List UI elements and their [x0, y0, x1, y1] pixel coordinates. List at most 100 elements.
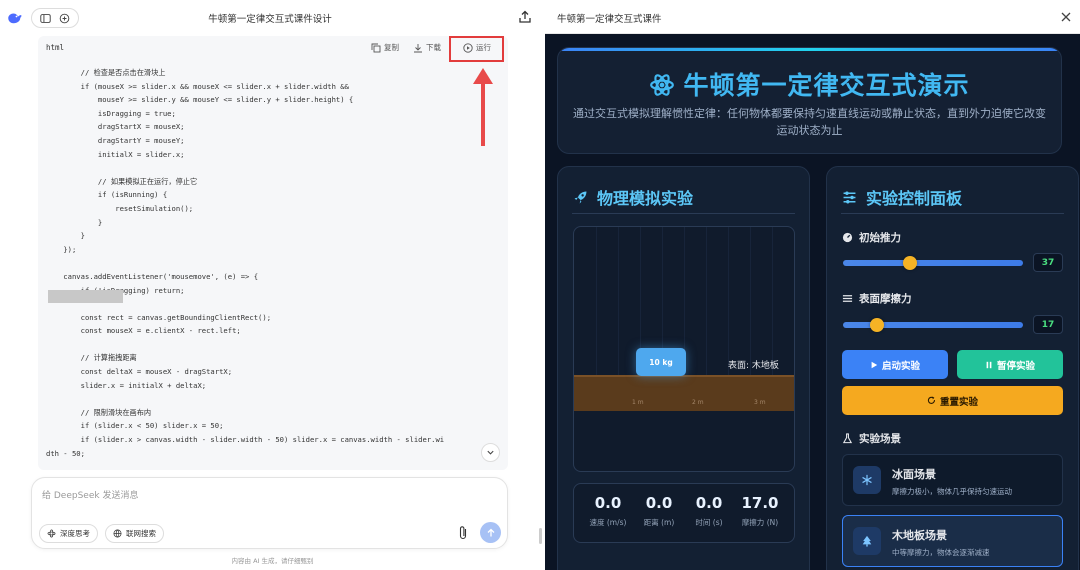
start-button[interactable]: 启动实验	[842, 350, 948, 379]
globe-icon	[113, 529, 122, 538]
deep-think-toggle[interactable]: 深度思考	[39, 524, 98, 543]
code-line: if (slider.x > canvas.width - slider.wid…	[46, 435, 445, 445]
preview-title: 牛顿第一定律交互式课件	[557, 14, 662, 25]
pause-button[interactable]: 暂停实验	[957, 350, 1063, 379]
friction-slider[interactable]	[843, 318, 1023, 332]
send-button[interactable]	[480, 522, 501, 543]
code-line: initialX = slider.x;	[46, 149, 185, 159]
run-annotation-box	[449, 36, 504, 62]
distance-tick: 2 m	[692, 399, 704, 406]
grid-line	[772, 227, 773, 375]
conversation-title: 牛顿第一定律交互式课件设计	[208, 14, 332, 25]
control-card: 实验控制面板 初始推力 37 表面摩擦力 17 启动实验 暂停实验 重置实验 实…	[826, 166, 1079, 570]
scene-icon	[853, 527, 881, 555]
code-line: }	[46, 217, 103, 227]
floor-surface-line	[574, 375, 794, 377]
code-line: const deltaX = mouseX - dragStartX;	[46, 367, 233, 377]
message-input[interactable]: 给 DeepSeek 发送消息	[42, 488, 138, 501]
simulation-canvas[interactable]: 1 m 2 m 3 m 10 kg 表面: 木地板	[573, 226, 795, 472]
rocket-icon	[574, 191, 587, 203]
close-icon[interactable]	[1060, 11, 1072, 23]
stat-value: 17.0	[741, 494, 779, 512]
atom-icon	[650, 74, 675, 96]
stat-label: 速度 (m/s)	[589, 518, 627, 527]
ai-disclaimer: 内容由 AI 生成，请仔细甄别	[231, 557, 314, 565]
force-label-text: 初始推力	[859, 232, 901, 244]
mass-block[interactable]: 10 kg	[636, 348, 686, 376]
scenes-heading: 实验场景	[842, 431, 901, 446]
download-label: 下载	[426, 43, 441, 52]
reset-button[interactable]: 重置实验	[842, 386, 1063, 415]
control-title-text: 实验控制面板	[866, 189, 963, 208]
scene-wood[interactable]: 木地板场景 中等摩擦力，物体会逐渐减速	[842, 515, 1063, 567]
code-line: canvas.addEventListener('mousemove', (e)…	[46, 271, 259, 281]
code-line: if (mouseX >= slider.x && mouseX <= slid…	[46, 81, 349, 91]
simulation-title-text: 物理模拟实验	[597, 189, 694, 208]
message-input-box[interactable]: 给 DeepSeek 发送消息 深度思考 联网搜索	[31, 477, 508, 549]
scroll-down-button[interactable]	[481, 443, 500, 462]
stat-label: 时间 (s)	[695, 518, 723, 527]
grid-line	[750, 227, 751, 375]
stat-value: 0.0	[594, 494, 622, 512]
download-button[interactable]: 下载	[413, 42, 441, 53]
divider	[841, 213, 1064, 214]
code-line: if (isRunning) {	[46, 190, 168, 200]
scene-name: 冰面场景	[892, 468, 936, 481]
code-line: isDragging = true;	[46, 108, 176, 118]
grid-line	[618, 227, 619, 375]
stat-speed: 0.0 速度 (m/s)	[582, 494, 634, 528]
code-line: slider.x = initialX + deltaX;	[46, 380, 207, 390]
web-search-label: 联网搜索	[126, 529, 156, 538]
paperclip-icon[interactable]	[457, 525, 470, 541]
grid-line	[706, 227, 707, 375]
stat-friction: 17.0 摩擦力 (N)	[734, 494, 786, 528]
stat-value: 0.0	[695, 494, 723, 512]
pause-label: 暂停实验	[996, 360, 1035, 372]
stat-value: 0.0	[645, 494, 673, 512]
code-line: });	[46, 244, 77, 254]
friction-label: 表面摩擦力	[842, 291, 912, 306]
sidebar-toggle-icon[interactable]	[39, 11, 53, 25]
copy-button[interactable]: 复制	[371, 42, 399, 53]
bars-icon	[842, 295, 853, 302]
stats-panel: 0.0 速度 (m/s) 0.0 距离 (m) 0.0 时间 (s) 17.0 …	[573, 483, 795, 543]
web-search-toggle[interactable]: 联网搜索	[105, 524, 164, 543]
force-slider[interactable]	[843, 256, 1023, 270]
friction-slider-thumb[interactable]	[870, 318, 885, 332]
code-line: resetSimulation();	[46, 203, 194, 213]
scene-desc: 中等摩擦力，物体会逐渐减速	[892, 548, 990, 557]
snowflake-icon	[862, 474, 872, 486]
surface-label: 表面: 木地板	[728, 361, 779, 371]
scene-ice[interactable]: 冰面场景 摩擦力极小，物体几乎保持匀速运动	[842, 454, 1063, 506]
distance-tick: 1 m	[632, 399, 644, 406]
deepseek-logo-icon[interactable]	[6, 9, 24, 27]
stat-label: 距离 (m)	[643, 518, 675, 527]
copy-label: 复制	[384, 43, 399, 52]
friction-label-text: 表面摩擦力	[859, 293, 912, 305]
hero-card: 牛顿第一定律交互式演示 通过交互式模拟理解惯性定律：任何物体都要保持匀速直线运动…	[557, 47, 1062, 154]
code-language: html	[46, 43, 65, 52]
code-line: mouseY >= slider.y && mouseY <= slider.y…	[46, 95, 354, 105]
scene-desc: 摩擦力极小，物体几乎保持匀速运动	[892, 487, 1012, 496]
sidebar-controls	[31, 8, 79, 28]
stat-distance: 0.0 距离 (m)	[633, 494, 685, 528]
distance-tick: 3 m	[754, 399, 766, 406]
pane-resize-handle[interactable]	[539, 528, 542, 544]
code-block: html 复制 下载 运行 // 检查是否点击在滑块上 if (mouseX >…	[38, 36, 508, 470]
hero-subtitle: 通过交互式模拟理解惯性定律：任何物体都要保持匀速直线运动或静止状态，直到外力迫使…	[573, 107, 1046, 137]
share-icon[interactable]	[518, 10, 532, 24]
hero-title: 牛顿第一定律交互式演示	[558, 66, 1061, 102]
new-chat-icon[interactable]	[58, 11, 72, 25]
reset-icon	[927, 396, 935, 404]
force-slider-thumb[interactable]	[902, 256, 917, 270]
code-line: dth - 50;	[46, 448, 85, 458]
tree-icon	[862, 535, 872, 547]
redacted-region	[48, 290, 123, 303]
code-line: // 如果模拟正在运行，停止它	[46, 176, 198, 186]
grid-line	[596, 227, 597, 375]
